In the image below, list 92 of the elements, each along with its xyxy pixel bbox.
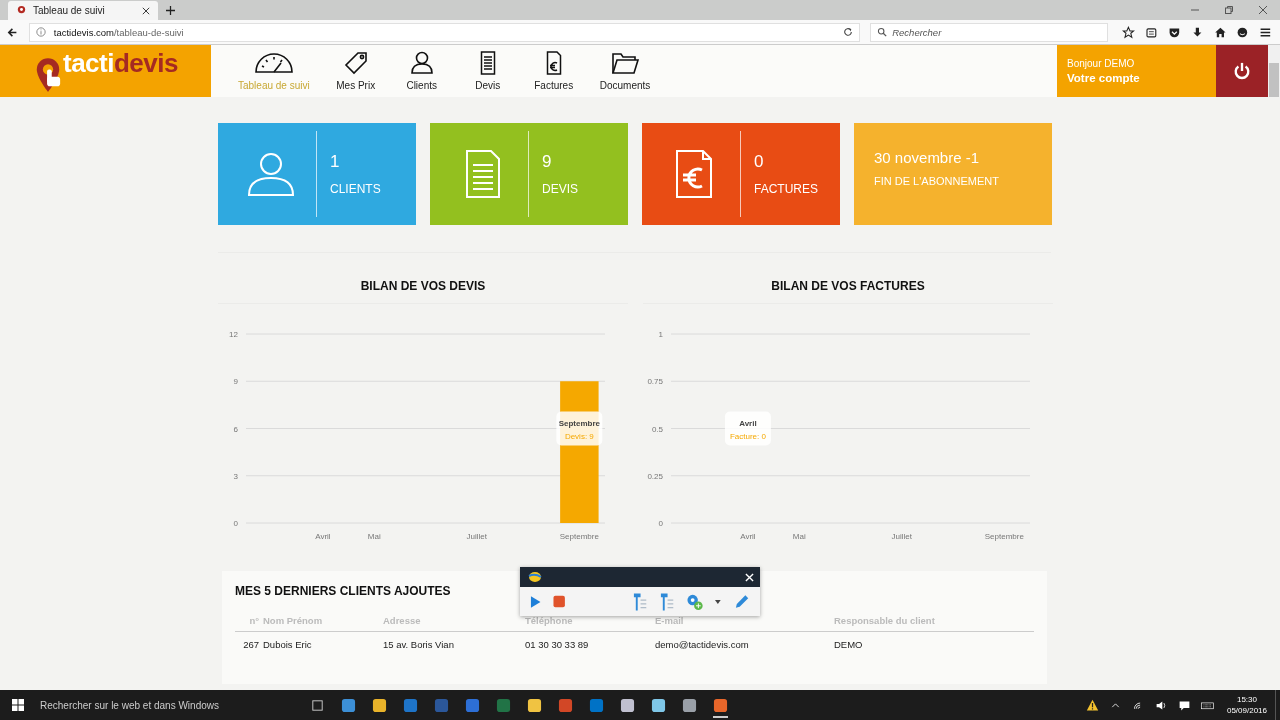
tooltip-text: Avril <box>739 418 757 428</box>
task-view-icon[interactable] <box>310 697 325 713</box>
table-cell-text: 15 av. Boris Vian <box>383 638 455 650</box>
search-icon <box>877 27 888 37</box>
axis-label: Mai <box>792 532 806 541</box>
axis-label: 0 <box>658 519 663 528</box>
column-header: Téléphone <box>525 614 574 626</box>
axis-label: 9 <box>233 377 238 387</box>
chart-title: BILAN DE VOS DEVIS <box>218 279 628 304</box>
column-header: E-mail <box>655 614 685 626</box>
close-icon[interactable] <box>142 6 150 15</box>
smiley-icon[interactable] <box>1236 25 1250 39</box>
app-icon[interactable] <box>651 697 666 713</box>
axis-label: 0.75 <box>647 377 663 387</box>
axis-label: 3 <box>233 471 238 481</box>
table-cell-text: 01 30 30 33 89 <box>525 638 590 650</box>
logout-button[interactable] <box>1216 45 1268 97</box>
table-cell-text: 267 <box>242 638 260 650</box>
nav-tab[interactable]: Documents <box>586 45 664 97</box>
table-cell-text: DEMO <box>834 638 864 650</box>
site-icon <box>16 5 27 16</box>
info-icon <box>35 27 46 37</box>
nav-tab[interactable]: Devis <box>454 45 521 97</box>
axis-label: Avril <box>315 532 331 541</box>
column-header: Adresse <box>383 614 422 626</box>
column-header: Responsable du client <box>834 614 936 626</box>
column-header: Nom Prénom <box>263 614 324 626</box>
tooltip-text: Septembre <box>558 418 601 428</box>
star-icon[interactable] <box>1122 25 1136 39</box>
stat-label: DEVIS <box>542 182 578 196</box>
nav-tab[interactable]: Clients <box>388 45 455 97</box>
axis-label: 0 <box>233 519 238 528</box>
stat-label: FIN DE L'ABONNEMENT <box>874 175 999 187</box>
play-icon[interactable] <box>530 594 542 609</box>
greeting: Bonjour DEMO <box>1067 58 1136 69</box>
axis-label: 12 <box>229 330 238 339</box>
axis-label: Septembre <box>559 532 599 541</box>
axis-label: Mai <box>367 532 381 541</box>
reading-list-icon[interactable] <box>1145 25 1159 39</box>
tooltip-background <box>556 411 603 446</box>
message-icon[interactable] <box>1177 698 1191 712</box>
stop-icon[interactable] <box>553 595 566 608</box>
reload-icon[interactable] <box>843 27 854 37</box>
power-icon <box>1233 62 1251 80</box>
chart-title: BILAN DE VOS FACTURES <box>643 279 1053 304</box>
nav-tab[interactable]: Mes Prix <box>322 45 389 97</box>
axis-label: Juillet <box>466 532 487 541</box>
stat-value: 1 <box>330 152 341 172</box>
clock[interactable]: 15:30 05/09/2016 <box>1226 694 1267 716</box>
search-field[interactable]: Rechercher <box>870 22 1109 42</box>
tooltip-background <box>724 411 771 446</box>
stat-value: 0 <box>754 152 765 172</box>
warning-icon[interactable] <box>1085 698 1099 712</box>
axis-label: Juillet <box>891 532 912 541</box>
stat-card[interactable]: 0 FACTURES <box>642 123 840 225</box>
pin-icon <box>34 56 62 94</box>
axis-label: 6 <box>233 424 238 434</box>
marker-icon[interactable] <box>631 591 647 612</box>
table-cell-text: Dubois Eric <box>263 638 313 650</box>
new-tab-icon[interactable] <box>166 6 175 15</box>
app-icon[interactable] <box>341 697 356 713</box>
tooltip-text: Facture: 0 <box>729 431 766 441</box>
home-icon[interactable] <box>1213 25 1227 39</box>
stat-label: CLIENTS <box>330 182 381 196</box>
app-icon[interactable] <box>713 697 728 718</box>
marker-icon[interactable] <box>658 591 675 612</box>
restore-icon[interactable] <box>1224 5 1234 15</box>
axis-label: Septembre <box>984 532 1024 541</box>
app-icon <box>528 571 542 583</box>
table-cell-text: demo@tactidevis.com <box>655 638 750 650</box>
tooltip-text: Devis: 9 <box>564 431 594 441</box>
app-icon[interactable] <box>372 697 387 713</box>
table-title: MES 5 DERNIERS CLIENTS AJOUTES <box>235 584 452 598</box>
stat-value: 30 novembre -1 <box>874 149 981 166</box>
nav-tab[interactable]: Factures <box>520 45 587 97</box>
axis-label: 0.25 <box>647 471 663 481</box>
webcam-icon[interactable] <box>686 592 704 611</box>
axis-label: Avril <box>740 532 756 541</box>
caret-icon[interactable] <box>715 599 721 604</box>
stat-value: 9 <box>542 152 553 172</box>
address-bar[interactable]: tactidevis.com/tableau-de-suivi <box>28 22 861 42</box>
gauge-icon <box>253 51 294 75</box>
axis-label: 1 <box>658 330 663 339</box>
browser-tab[interactable]: Tableau de suivi <box>8 1 158 20</box>
scrollbar[interactable] <box>1268 45 1280 97</box>
app-icon[interactable] <box>682 697 697 713</box>
axis-label: 0.5 <box>651 424 663 434</box>
stat-label: FACTURES <box>754 182 818 196</box>
windows-icon[interactable] <box>12 699 24 711</box>
app-icon[interactable] <box>527 697 542 713</box>
app-icon[interactable] <box>620 697 635 713</box>
search-field[interactable]: Rechercher sur le web et dans Windows <box>38 690 292 720</box>
